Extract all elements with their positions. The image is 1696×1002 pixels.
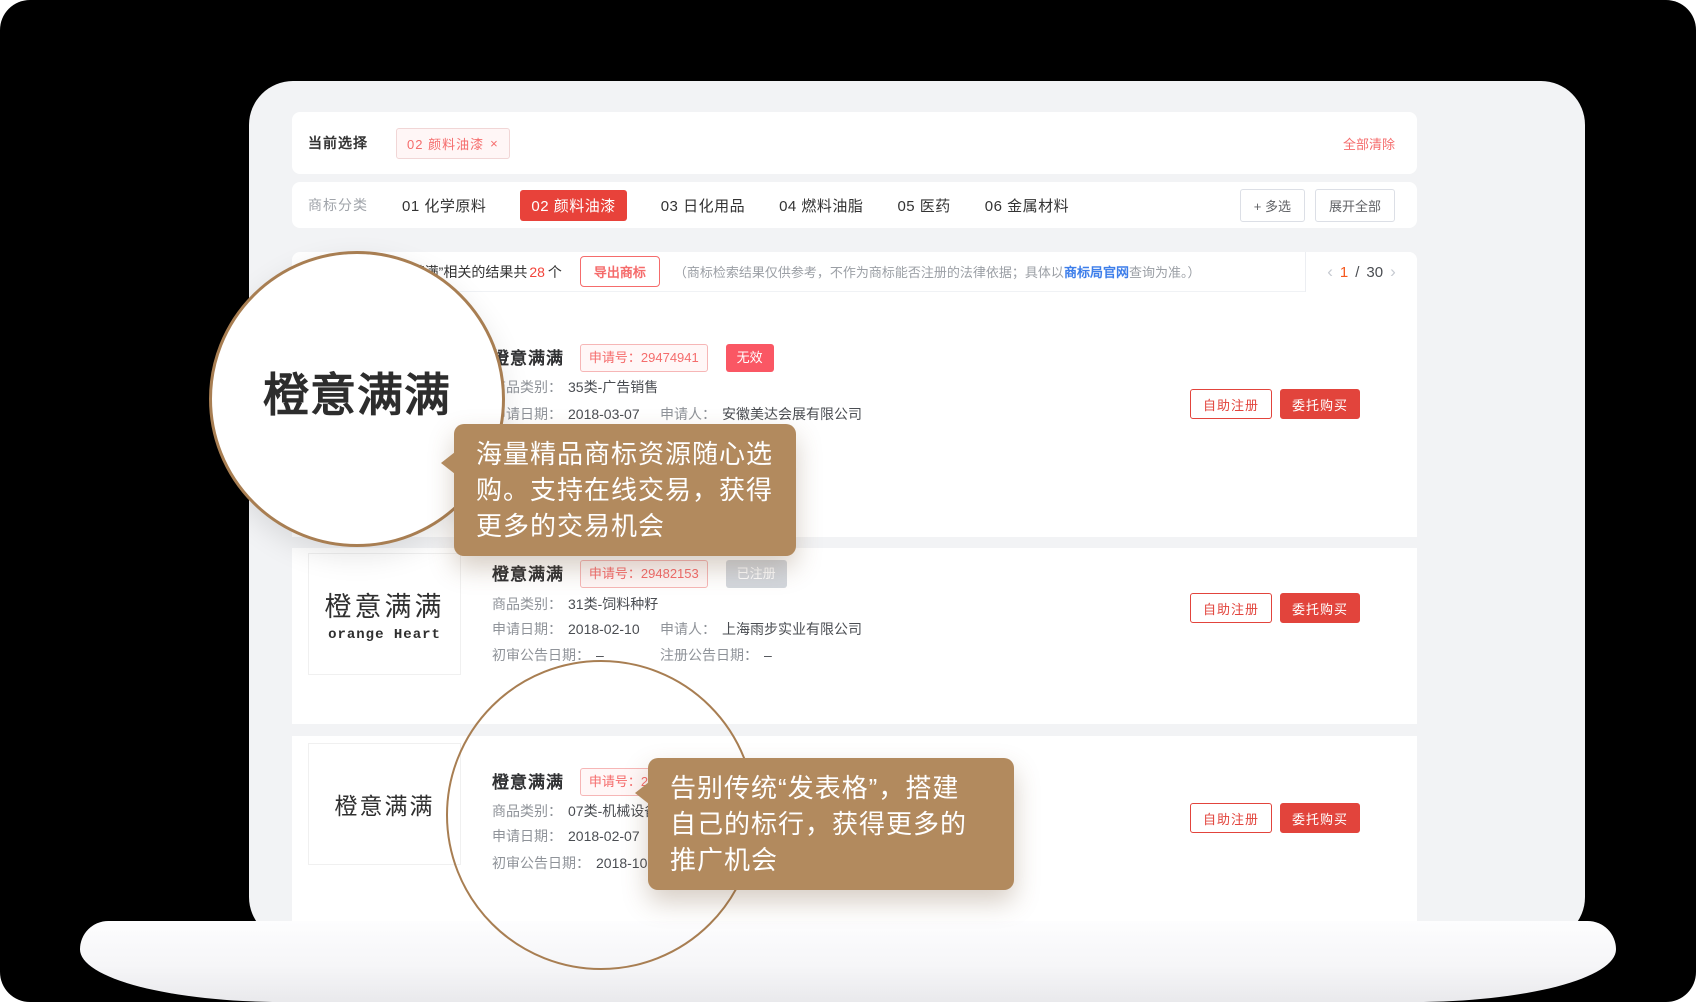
category-item-02-selected[interactable]: 02 颜料油漆 [520,190,626,221]
expand-all-button[interactable]: 展开全部 [1315,189,1395,222]
self-register-button[interactable]: 自助注册 [1190,389,1272,419]
applicant: 申请人：安徽美达会展有限公司 [660,403,862,425]
table-row: 橙意满满 orange Heart 橙意满满 申请号：29482153 已注册 … [292,548,1417,724]
multi-select-button[interactable]: + 多选 [1240,189,1305,222]
reg-notice: 注册公告日期：– [660,644,772,666]
category-bar-actions: + 多选 展开全部 [1240,189,1395,222]
prev-page-icon[interactable]: ‹ [1327,262,1333,282]
entrust-buy-button[interactable]: 委托购买 [1280,389,1360,419]
category-item-03[interactable]: 03 日化用品 [661,195,745,216]
entrust-buy-button[interactable]: 委托购买 [1280,593,1360,623]
black-backdrop: 当前选择 02 颜料油漆 × 全部清除 商标分类 01 化学原料 02 颜料油漆… [0,0,1696,1002]
entrust-buy-button[interactable]: 委托购买 [1280,803,1360,833]
category-line: 商品类别：35类-广告销售 [492,376,658,398]
status-badge: 已注册 [726,560,787,588]
row-title-line: 橙意满满 申请号：29474941 无效 [492,344,774,366]
current-page: 1 [1340,264,1348,281]
current-selection-bar: 当前选择 02 颜料油漆 × 全部清除 [292,112,1417,174]
laptop-base [80,921,1616,1002]
magnified-trademark-text: 橙意满满 [263,359,451,425]
application-number-tag: 申请号：29474941 [580,344,708,372]
status-badge: 无效 [726,344,774,372]
pagination: ‹ 1 / 30 › [1305,252,1417,292]
total-pages: 30 [1366,264,1383,281]
apply-date-line: 申请日期：2018-02-10 申请人：上海雨步实业有限公司 [492,618,640,640]
row-title-line: 橙意满满 申请号：29482153 已注册 [492,560,787,582]
trademark-office-link[interactable]: 商标局官网 [1064,265,1129,280]
category-item-05[interactable]: 05 医药 [897,195,950,216]
category-line: 商品类别：31类-饲料种籽 [492,593,658,615]
self-register-button[interactable]: 自助注册 [1190,593,1272,623]
trademark-name[interactable]: 橙意满满 [492,565,564,584]
close-icon[interactable]: × [490,136,499,151]
selected-filter-tag[interactable]: 02 颜料油漆 × [396,128,510,159]
applicant: 申请人：上海雨步实业有限公司 [660,618,862,640]
next-page-icon[interactable]: › [1390,262,1396,282]
clear-all-button[interactable]: 全部清除 [1343,134,1395,153]
category-item-06[interactable]: 06 金属材料 [985,195,1069,216]
trademark-thumbnail[interactable]: 橙意满满 orange Heart [308,553,461,675]
callout-tooltip-promo: 告别传统“发表格”，搭建 自己的标行，获得更多的 推广机会 [648,758,1014,890]
application-number-tag: 申请号：29482153 [580,560,708,588]
category-bar: 商标分类 01 化学原料 02 颜料油漆 03 日化用品 04 燃料油脂 05 … [292,182,1417,228]
apply-date-line: 申请日期：2018-03-07 申请人：安徽美达会展有限公司 [492,403,640,425]
export-trademarks-button[interactable]: 导出商标 [580,256,660,287]
self-register-button[interactable]: 自助注册 [1190,803,1272,833]
results-count: 28 [529,264,545,280]
callout-tooltip-trade: 海量精品商标资源随心选 购。支持在线交易，获得 更多的交易机会 [454,424,796,556]
row-divider [292,724,1417,736]
selected-filter-tag-label: 02 颜料油漆 [407,134,484,153]
results-count-unit: 个 [548,264,562,280]
current-selection-label: 当前选择 [308,133,368,153]
category-item-01[interactable]: 01 化学原料 [402,195,486,216]
category-item-04[interactable]: 04 燃料油脂 [779,195,863,216]
results-disclaimer: （商标检索结果仅供参考，不作为商标能否注册的法律依据；具体以商标局官网查询为准。… [674,262,1201,281]
trademark-name[interactable]: 橙意满满 [492,349,564,368]
category-bar-label: 商标分类 [308,195,368,215]
page-separator: / [1355,264,1359,281]
trademark-thumbnail[interactable]: 橙意满满 [308,743,461,865]
results-header: 为您检索到“橙意满满”相关的结果共28个 导出商标 （商标检索结果仅供参考，不作… [292,252,1417,292]
